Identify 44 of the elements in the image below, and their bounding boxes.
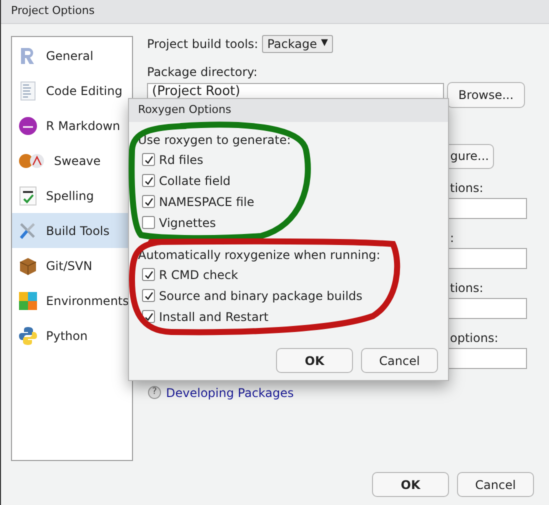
sidebar-item[interactable]: R Markdown	[12, 108, 132, 143]
checkbox[interactable]	[142, 289, 155, 302]
python-icon	[18, 326, 38, 346]
checkbox[interactable]	[142, 268, 155, 281]
checkbox[interactable]	[142, 195, 155, 208]
checkbox-label: Vignettes	[159, 214, 216, 232]
checkbox-label: R CMD check	[159, 266, 238, 284]
checkbox-label: NAMESPACE file	[159, 194, 254, 210]
spelling-icon	[18, 186, 38, 206]
squares-icon	[18, 290, 38, 310]
sidebar-item[interactable]: Python	[12, 318, 132, 353]
field-label: Project build tools:	[147, 36, 258, 53]
build-tools-dropdown[interactable]: Package ▼	[262, 35, 333, 53]
field-label: tions:	[450, 180, 484, 196]
sidebar-item[interactable]: Code Editing	[12, 73, 132, 108]
checkbox-label: Collate field	[159, 172, 231, 190]
box-icon	[18, 256, 38, 276]
document-icon	[18, 80, 38, 100]
window-title: Project Options	[11, 3, 95, 20]
sidebar-item[interactable]: Sweave	[12, 143, 132, 178]
browse-button[interactable]: Browse...	[447, 82, 525, 108]
checkbox-label: Source and binary package builds	[159, 288, 362, 304]
badge-icon	[18, 116, 38, 136]
sidebar-item[interactable]: Environments	[12, 283, 132, 318]
cancel-button[interactable]: Cancel	[361, 348, 438, 373]
checkbox[interactable]	[142, 216, 155, 229]
checkbox[interactable]	[142, 174, 155, 187]
ok-button[interactable]: OK	[372, 472, 449, 497]
help-link[interactable]: Developing Packages	[166, 384, 294, 402]
cancel-button[interactable]: Cancel	[457, 472, 534, 497]
ok-button[interactable]: OK	[276, 348, 353, 373]
field-label: Package directory:	[147, 64, 258, 81]
help-icon: ?	[148, 386, 161, 399]
sidebar-item[interactable]: Git/SVN	[12, 248, 132, 283]
sidebar-item[interactable]: Spelling	[12, 178, 132, 213]
checkbox-label: Install and Restart	[159, 308, 268, 326]
checkbox[interactable]	[142, 153, 155, 166]
section-heading: Automatically roxygenize when running:	[138, 247, 382, 264]
sidebar-item[interactable]: General	[12, 38, 132, 73]
tools-icon	[18, 220, 38, 240]
field-label: options:	[450, 330, 498, 346]
field-label: :	[450, 230, 454, 246]
checkbox-label: Rd files	[159, 152, 204, 168]
field-label: tions:	[450, 280, 484, 296]
